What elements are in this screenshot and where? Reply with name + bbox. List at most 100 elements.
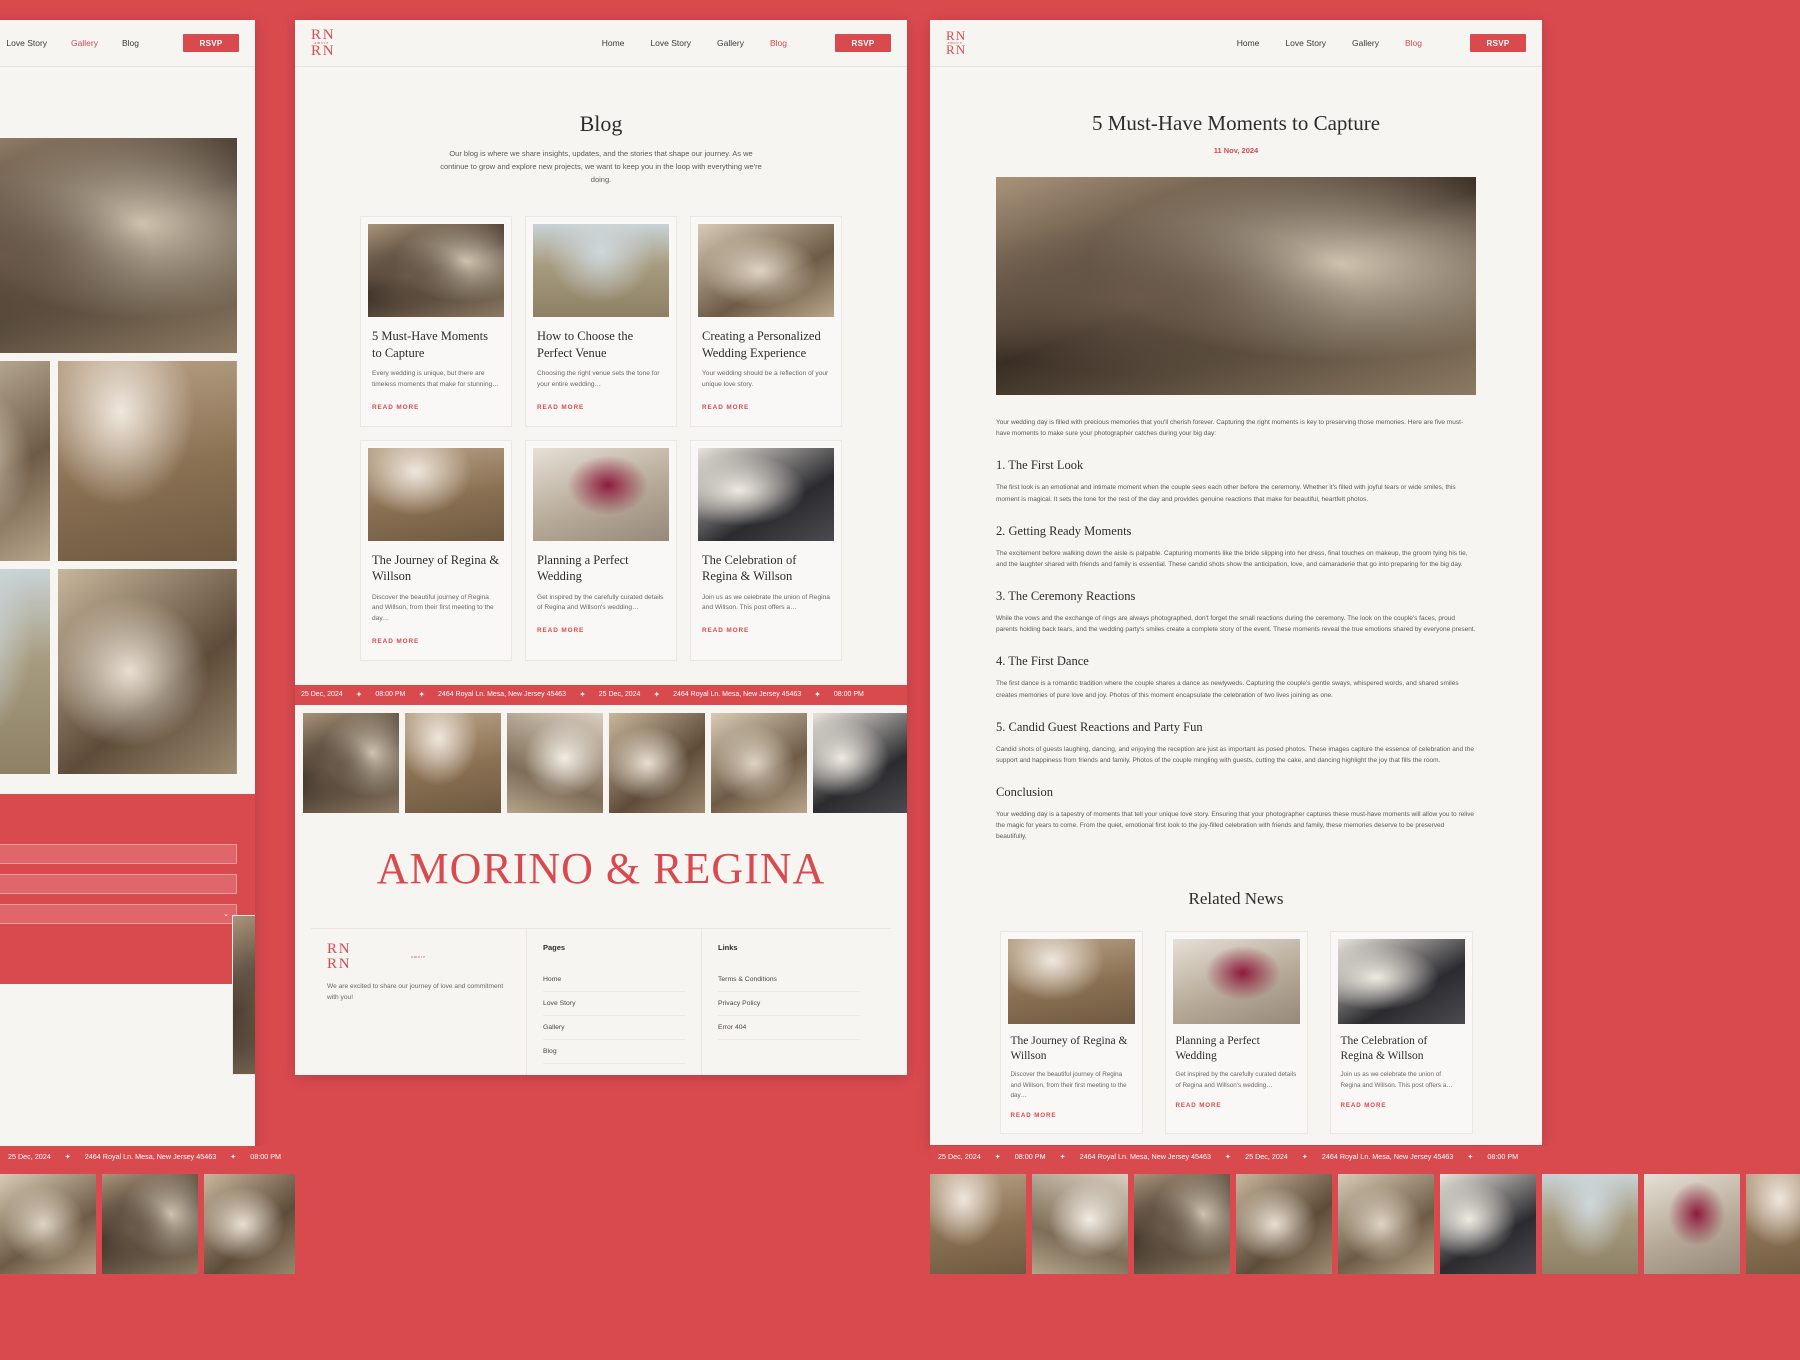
post-section-heading: 3. The Ceremony Reactions	[996, 589, 1136, 604]
blog-card[interactable]: How to Choose the Perfect Venue Choosing…	[525, 216, 677, 427]
read-more-link[interactable]: READ MORE	[1341, 1102, 1387, 1109]
footer-link-home[interactable]: Home	[543, 968, 685, 992]
read-more-link[interactable]: READ MORE	[1011, 1112, 1057, 1119]
related-card[interactable]: Planning a Perfect Wedding Get inspired …	[1164, 930, 1308, 1134]
nav-item-blog[interactable]: Blog	[122, 38, 139, 48]
gallery-photo[interactable]	[0, 360, 51, 561]
footer-about-text: We are excited to share our journey of l…	[327, 982, 504, 1001]
footer-link-error-404[interactable]: Error 404	[718, 1016, 860, 1040]
post-hero-image	[996, 177, 1476, 395]
strip-photo[interactable]	[102, 1174, 198, 1274]
footer-link-love-story[interactable]: Love Story	[543, 992, 685, 1016]
nav-item-home[interactable]: Home	[1237, 38, 1260, 48]
footer-link-blog[interactable]: Blog	[543, 1040, 685, 1064]
blog-card-title: Planning a Perfect Wedding	[537, 552, 629, 584]
ticker-item: 2464 Royal Ln. Mesa, New Jersey 45463	[1321, 1152, 1454, 1161]
footer-pages-heading: Pages	[543, 942, 566, 952]
strip-photo[interactable]	[507, 712, 603, 813]
footer-link-gallery[interactable]: Gallery	[543, 1016, 685, 1040]
blog-card-thumbnail	[368, 224, 504, 318]
related-card[interactable]: The Journey of Regina & Willson Discover…	[999, 930, 1143, 1134]
strip-photo[interactable]	[711, 712, 807, 813]
strip-photo[interactable]	[303, 712, 399, 813]
rsvp-button[interactable]: RSVP	[183, 34, 239, 52]
strip-photo[interactable]	[1746, 1174, 1800, 1274]
post-section-heading: 4. The First Dance	[996, 654, 1089, 669]
strip-photo[interactable]	[1032, 1174, 1128, 1274]
footer-link-terms[interactable]: Terms & Conditions	[718, 968, 860, 992]
ticker-item: 2464 Royal Ln. Mesa, New Jersey 45463	[1079, 1152, 1212, 1161]
left-floating-photo[interactable]	[232, 915, 255, 1075]
post-section-body: The excitement before walking down the a…	[996, 549, 1468, 568]
blog-card-thumbnail	[698, 447, 834, 541]
background-ticker-left: 25 Dec, 2024 ✦ 2464 Royal Ln. Mesa, New …	[0, 1146, 295, 1167]
nav-item-gallery[interactable]: Gallery	[717, 38, 744, 48]
read-more-link[interactable]: READ MORE	[537, 404, 584, 411]
blog-card[interactable]: The Journey of Regina & Willson Discover…	[360, 439, 512, 661]
strip-photo[interactable]	[1338, 1174, 1434, 1274]
strip-photo[interactable]	[1236, 1174, 1332, 1274]
blog-card[interactable]: The Celebration of Regina & Willson Join…	[690, 439, 842, 661]
read-more-link[interactable]: READ MORE	[702, 404, 749, 411]
blog-card-excerpt: Discover the beautiful journey of Regina…	[372, 593, 494, 623]
read-more-link[interactable]: READ MORE	[372, 638, 419, 645]
rsvp-button[interactable]: RSVP	[835, 34, 891, 52]
nav-item-love-story[interactable]: Love Story	[650, 38, 691, 48]
gallery-photo[interactable]	[0, 137, 237, 353]
strip-photo[interactable]	[0, 1174, 96, 1274]
gallery-photo[interactable]	[58, 360, 237, 561]
gallery-photo[interactable]	[58, 568, 237, 774]
footer-logo[interactable]: R N amore R N	[327, 941, 510, 972]
related-card-excerpt: Join us as we celebrate the union of Reg…	[1340, 1071, 1453, 1089]
blog-card-excerpt: Choosing the right venue sets the tone f…	[537, 370, 660, 389]
logo[interactable]: R N amore R N	[311, 27, 334, 58]
strip-photo[interactable]	[1644, 1174, 1740, 1274]
blog-intro: Our blog is where we share insights, upd…	[440, 149, 762, 185]
strip-photo[interactable]	[1134, 1174, 1230, 1274]
post-date: 11 Nov, 2024	[1213, 146, 1259, 155]
star-icon: ✦	[64, 1152, 71, 1161]
nav-item-home[interactable]: Home	[602, 38, 625, 48]
strip-photo[interactable]	[813, 712, 907, 813]
blog-card[interactable]: 5 Must-Have Moments to Capture Every wed…	[360, 216, 512, 427]
nav-item-love-story[interactable]: Love Story	[6, 38, 47, 48]
nav-item-blog[interactable]: Blog	[1405, 38, 1422, 48]
blog-card-thumbnail	[698, 224, 834, 318]
blog-card-excerpt: Your wedding should be a reflection of y…	[702, 370, 829, 389]
read-more-link[interactable]: READ MORE	[372, 404, 419, 411]
event-ticker: 25 Dec, 2024 ✦ 08:00 PM ✦ 2464 Royal Ln.…	[295, 684, 907, 705]
related-card-title: The Journey of Regina & Willson	[1010, 1034, 1128, 1062]
background-photo-strip-right	[930, 1174, 1800, 1274]
nav-item-gallery[interactable]: Gallery	[71, 38, 98, 48]
gallery-photo[interactable]	[0, 568, 51, 774]
strip-photo[interactable]	[405, 712, 501, 813]
logo[interactable]: R N amore R N	[946, 29, 965, 56]
related-card[interactable]: The Celebration of Regina & Willson Join…	[1329, 930, 1473, 1134]
footer-link-privacy[interactable]: Privacy Policy	[718, 992, 860, 1016]
rsvp-button[interactable]: RSVP	[1470, 34, 1526, 52]
read-more-link[interactable]: READ MORE	[702, 627, 749, 634]
nav-item-blog[interactable]: Blog	[770, 38, 787, 48]
star-icon: ✦	[1467, 1152, 1474, 1161]
nav-item-gallery[interactable]: Gallery	[1352, 38, 1379, 48]
strip-photo[interactable]	[204, 1174, 295, 1274]
strip-photo[interactable]	[609, 712, 705, 813]
strip-photo[interactable]	[1542, 1174, 1638, 1274]
star-icon: ✦	[1301, 1152, 1308, 1161]
rsvp-email-input[interactable]	[0, 873, 237, 894]
rsvp-name-input[interactable]	[0, 843, 237, 864]
blog-card[interactable]: Planning a Perfect Wedding Get inspired …	[525, 439, 677, 661]
ticker-item: 08:00 PM	[375, 691, 406, 699]
chevron-down-icon: ⌄	[223, 910, 229, 918]
strip-photo[interactable]	[930, 1174, 1026, 1274]
related-card-title: The Celebration of Regina & Willson	[1340, 1034, 1428, 1062]
rsvp-attendance-select[interactable]: ⌄	[0, 903, 237, 924]
gallery-grid	[0, 122, 255, 774]
read-more-link[interactable]: READ MORE	[537, 627, 584, 634]
strip-photo[interactable]	[1440, 1174, 1536, 1274]
read-more-link[interactable]: READ MORE	[1176, 1102, 1222, 1109]
gallery-row	[0, 137, 237, 353]
blog-card[interactable]: Creating a Personalized Wedding Experien…	[690, 216, 842, 427]
blog-card-title: How to Choose the Perfect Venue	[537, 329, 634, 360]
nav-item-love-story[interactable]: Love Story	[1285, 38, 1326, 48]
